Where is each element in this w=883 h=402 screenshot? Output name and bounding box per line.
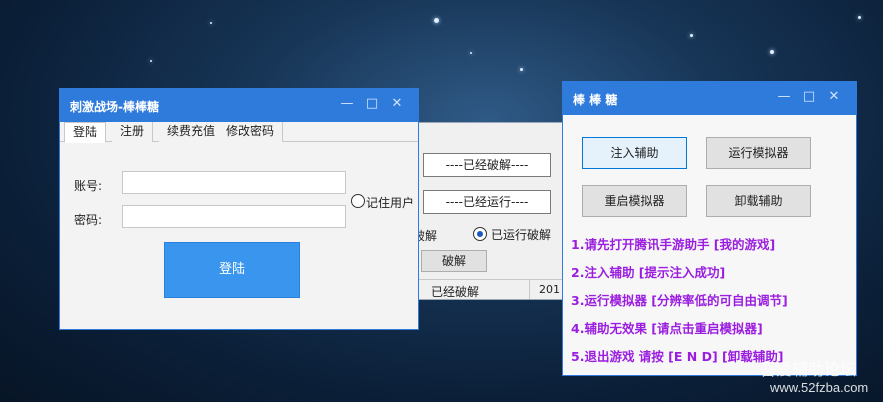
instruction-line: 2.注入辅助 [提示注入成功]: [571, 265, 726, 280]
tab-login[interactable]: 登陆: [64, 122, 107, 143]
login-button[interactable]: 登陆: [164, 242, 300, 298]
instruction-line: 5.退出游戏 请按 [E N D] [卸载辅助]: [571, 349, 784, 364]
assistant-window: 棒 棒 糖 — □ ✕ 注入辅助 运行模拟器 重启模拟器 卸载辅助 1.请先打开…: [562, 81, 857, 376]
instruction-line: 1.请先打开腾讯手游助手 [我的游戏]: [571, 237, 776, 252]
inject-button[interactable]: 注入辅助: [582, 137, 687, 169]
crack-status-field: ----已经破解----: [423, 153, 551, 177]
maximize-icon[interactable]: □: [798, 87, 820, 107]
minimize-icon[interactable]: —: [773, 87, 795, 107]
watermark-title: 吾爱辅助论坛: [760, 360, 857, 379]
status-bar-divider: [529, 280, 530, 299]
login-tabs: 登陆 注册 续费充值 修改密码: [60, 122, 418, 143]
assistant-window-title: 棒 棒 糖: [573, 93, 618, 107]
remember-user-label[interactable]: 记住用户: [366, 194, 414, 211]
background-star: [210, 22, 212, 24]
password-input[interactable]: [122, 205, 346, 228]
crack-status-window: ----已经破解---- ----已经运行---- 破解 已运行破解 破解 已经…: [410, 122, 565, 300]
close-icon[interactable]: ✕: [823, 87, 845, 107]
background-star: [858, 16, 861, 19]
tab-register[interactable]: 注册: [112, 122, 154, 142]
background-star: [470, 52, 472, 54]
status-bar-cracked: 已经破解: [431, 285, 480, 299]
password-label: 密码:: [74, 213, 103, 227]
minimize-icon[interactable]: —: [336, 94, 358, 114]
login-window-title: 刺激战场-棒棒糖: [70, 100, 159, 114]
background-star: [150, 60, 152, 62]
background-star: [690, 34, 693, 37]
status-bar-year: 201: [539, 283, 560, 296]
background-star: [434, 18, 439, 23]
close-icon[interactable]: ✕: [386, 94, 408, 114]
instruction-line: 3.运行模拟器 [分辨率低的可自由调节]: [571, 293, 788, 308]
restart-emulator-button[interactable]: 重启模拟器: [582, 185, 687, 217]
radio-running-crack-label[interactable]: 已运行破解: [491, 226, 551, 243]
instruction-line: 4.辅助无效果 [请点击重启模拟器]: [571, 321, 763, 336]
tab-recharge[interactable]: 续费充值: [159, 122, 225, 142]
watermark-url: www.52fzba.com: [770, 380, 869, 395]
account-label: 账号:: [74, 179, 103, 193]
run-emulator-button[interactable]: 运行模拟器: [706, 137, 811, 169]
instructions-panel: 1.请先打开腾讯手游助手 [我的游戏] 2.注入辅助 [提示注入成功] 3.运行…: [563, 230, 856, 375]
remember-user-radio[interactable]: [351, 194, 365, 208]
uninstall-button[interactable]: 卸载辅助: [706, 185, 811, 217]
background-star: [770, 50, 774, 54]
login-window: 刺激战场-棒棒糖 — □ ✕ 登陆 注册 续费充值 修改密码 账号: 密码: 记…: [59, 88, 419, 330]
tab-change-password[interactable]: 修改密码: [218, 122, 284, 142]
background-star: [520, 68, 523, 71]
run-status-field: ----已经运行----: [423, 190, 551, 214]
account-input[interactable]: [122, 171, 346, 194]
crack-button[interactable]: 破解: [421, 250, 487, 272]
maximize-icon[interactable]: □: [361, 94, 383, 114]
status-bar: 已经破解 201: [411, 279, 564, 299]
login-titlebar[interactable]: 刺激战场-棒棒糖 — □ ✕: [60, 89, 418, 122]
assistant-titlebar[interactable]: 棒 棒 糖 — □ ✕: [563, 82, 856, 115]
radio-running-crack[interactable]: [473, 227, 487, 241]
